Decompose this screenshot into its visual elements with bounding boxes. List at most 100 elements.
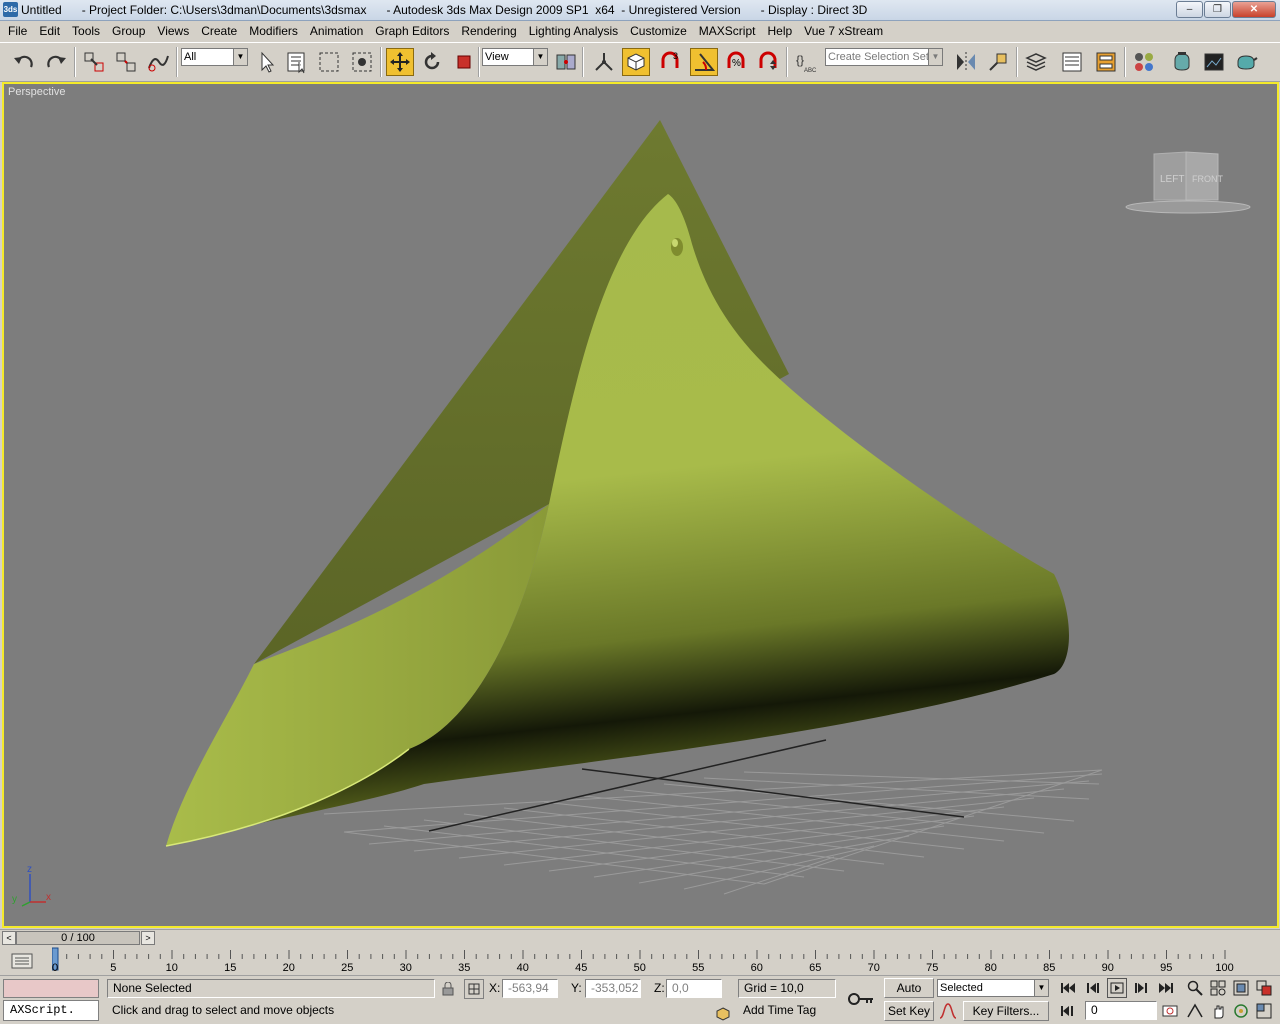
track-bar[interactable]: 0 5 10 15 20 25 30 35 40 45 50 55 60 65 70 75 80 85 90 95 10… [0, 946, 1280, 974]
layer-manager-icon[interactable] [1022, 48, 1050, 76]
select-manipulate-icon[interactable] [590, 48, 618, 76]
menu-create[interactable]: Create [195, 22, 243, 41]
key-mode-dropdown[interactable]: Selected ▼ [937, 979, 1049, 997]
field-of-view-icon[interactable] [1185, 1001, 1205, 1021]
menu-help[interactable]: Help [761, 22, 798, 41]
time-slider-thumb[interactable]: 0 / 100 [16, 931, 140, 945]
current-frame-field[interactable]: 0 [1085, 1001, 1157, 1020]
default-tangent-icon[interactable] [937, 1001, 957, 1021]
menu-file[interactable]: File [2, 22, 33, 41]
unlink-icon[interactable] [112, 48, 140, 76]
app-icon[interactable]: 3ds [3, 2, 18, 17]
maxscript-mini-listener-output[interactable] [3, 979, 99, 998]
next-frame-icon[interactable] [1130, 978, 1150, 998]
use-pivot-center-icon[interactable] [552, 48, 580, 76]
minimize-button[interactable]: ‒ [1176, 1, 1203, 18]
time-tag-icon[interactable] [713, 1004, 733, 1024]
mirror-icon[interactable] [952, 48, 980, 76]
svg-text:3: 3 [673, 51, 678, 61]
select-object-icon[interactable] [252, 48, 280, 76]
ruler-labels: 0 5 10 15 20 25 30 35 40 45 50 55 60 65 70 75 80 85 90 95 10… [52, 962, 1234, 974]
previous-frame-icon[interactable] [1084, 978, 1104, 998]
time-slider-prev-button[interactable]: < [2, 931, 16, 945]
menu-lighting-analysis[interactable]: Lighting Analysis [523, 22, 624, 41]
snaps-toggle-icon[interactable]: 3 [656, 48, 684, 76]
edit-named-selection-icon[interactable]: {} ABC [792, 48, 820, 76]
menu-rendering[interactable]: Rendering [455, 22, 522, 41]
y-coordinate-field[interactable]: -353,052 [585, 979, 641, 998]
window-crossing-icon[interactable] [348, 48, 376, 76]
zoom-extents-icon[interactable] [1231, 978, 1251, 998]
pan-view-icon[interactable] [1208, 1001, 1228, 1021]
ruler-label: 15 [224, 962, 236, 974]
menu-graph-editors[interactable]: Graph Editors [369, 22, 455, 41]
menu-vue-xstream[interactable]: Vue 7 xStream [798, 22, 889, 41]
ruler-label: 55 [692, 962, 704, 974]
select-and-rotate-icon[interactable] [418, 48, 446, 76]
time-slider[interactable]: < 0 / 100 > [0, 929, 1280, 946]
bind-space-warp-icon[interactable] [144, 48, 172, 76]
time-configuration-icon[interactable] [1160, 1001, 1180, 1021]
schematic-view-icon[interactable] [1092, 48, 1120, 76]
ruler-label: 50 [634, 962, 646, 974]
mini-curve-editor-icon[interactable] [10, 952, 34, 970]
orbit-icon[interactable] [1231, 1001, 1251, 1021]
zoom-all-icon[interactable] [1208, 978, 1228, 998]
zoom-extents-all-icon[interactable] [1254, 978, 1274, 998]
key-filters-button[interactable]: Key Filters... [963, 1001, 1049, 1021]
play-icon[interactable] [1107, 978, 1127, 998]
maxscript-mini-listener-input[interactable]: AXScript. [3, 1000, 99, 1021]
keyboard-shortcut-override-icon[interactable] [622, 48, 650, 76]
z-coordinate-field[interactable]: 0,0 [666, 979, 722, 998]
key-mode-toggle-icon[interactable] [1058, 1001, 1078, 1021]
absolute-mode-icon[interactable] [464, 979, 484, 999]
selection-lock-icon[interactable] [438, 979, 458, 999]
x-coordinate-field[interactable]: -563,94 [502, 979, 558, 998]
angle-snap-icon[interactable] [690, 48, 718, 76]
go-to-start-icon[interactable] [1058, 978, 1078, 998]
viewcube-front-label: FRONT [1192, 174, 1223, 184]
select-and-scale-icon[interactable] [450, 48, 478, 76]
percent-snap-icon[interactable]: % [722, 48, 750, 76]
render-setup-icon[interactable] [1168, 48, 1196, 76]
ruler-label: 40 [517, 962, 529, 974]
add-time-tag-button[interactable]: Add Time Tag [738, 1002, 836, 1021]
spinner-snap-icon[interactable] [754, 48, 782, 76]
maximize-viewport-toggle-icon[interactable] [1254, 1001, 1274, 1021]
set-key-mode-icon[interactable] [845, 986, 877, 1012]
menu-customize[interactable]: Customize [624, 22, 693, 41]
viewport-label[interactable]: Perspective [8, 86, 65, 98]
perspective-viewport[interactable]: LEFT FRONT z x y Perspective [2, 82, 1279, 928]
rendered-frame-window-icon[interactable] [1200, 48, 1228, 76]
time-slider-next-button[interactable]: > [141, 931, 155, 945]
curve-editor-icon[interactable] [1058, 48, 1086, 76]
align-icon[interactable] [984, 48, 1012, 76]
selection-filter-dropdown[interactable]: All ▼ [181, 48, 248, 66]
restore-button[interactable]: ❐ [1204, 1, 1231, 18]
menu-views[interactable]: Views [151, 22, 195, 41]
ruler-ticks [54, 950, 1226, 959]
select-by-name-icon[interactable] [283, 48, 311, 76]
select-and-move-icon[interactable] [386, 48, 414, 76]
rectangular-selection-icon[interactable] [315, 48, 343, 76]
menu-modifiers[interactable]: Modifiers [243, 22, 304, 41]
menu-tools[interactable]: Tools [66, 22, 106, 41]
menu-maxscript[interactable]: MAXScript [693, 22, 762, 41]
zoom-icon[interactable] [1185, 978, 1205, 998]
redo-icon[interactable] [42, 48, 70, 76]
go-to-end-icon[interactable] [1156, 978, 1176, 998]
named-selection-set-dropdown[interactable]: Create Selection Set ▼ [825, 48, 943, 66]
select-and-link-icon[interactable] [80, 48, 108, 76]
material-editor-icon[interactable] [1130, 48, 1158, 76]
close-button[interactable]: ✕ [1232, 1, 1276, 18]
ruler-label: 90 [1102, 962, 1114, 974]
menu-group[interactable]: Group [106, 22, 151, 41]
menu-animation[interactable]: Animation [304, 22, 369, 41]
auto-key-button[interactable]: Auto Key [884, 978, 934, 1013]
menu-edit[interactable]: Edit [33, 22, 66, 41]
grid-spacing: Grid = 10,0 [738, 979, 836, 998]
set-key-button[interactable]: Set Key [884, 1001, 934, 1021]
undo-icon[interactable] [10, 48, 38, 76]
quick-render-icon[interactable] [1232, 48, 1260, 76]
reference-coord-dropdown[interactable]: View ▼ [482, 48, 548, 66]
